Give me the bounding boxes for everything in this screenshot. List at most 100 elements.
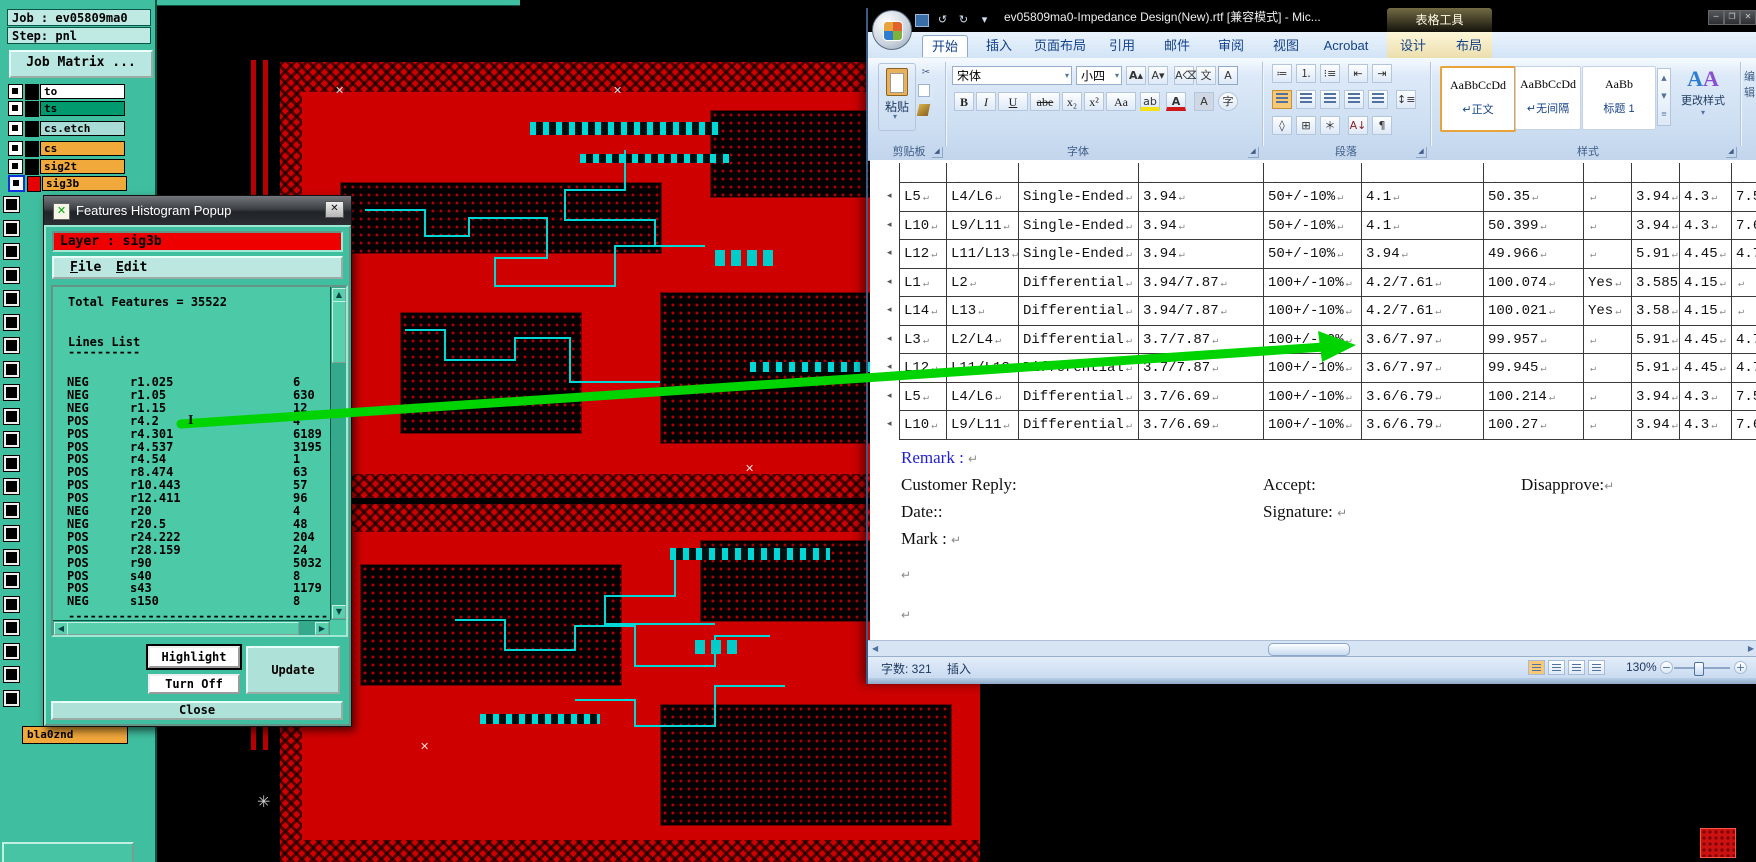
- scroll-up-icon[interactable]: ▲: [332, 288, 346, 302]
- tab-Acrobat[interactable]: Acrobat: [1308, 35, 1384, 57]
- table-cell[interactable]: [1139, 163, 1264, 183]
- table-cell[interactable]: L12: [899, 354, 947, 383]
- scroll-right-icon[interactable]: ▶: [315, 622, 329, 635]
- table-cell[interactable]: 3.94: [1139, 183, 1264, 212]
- table-cell[interactable]: 4.3: [1680, 411, 1732, 440]
- table-cell[interactable]: Differential: [1019, 268, 1139, 297]
- tab-设计[interactable]: 设计: [1392, 35, 1434, 57]
- font-button-abe[interactable]: abe: [1030, 92, 1060, 111]
- font-color-icon[interactable]: A: [1166, 92, 1186, 111]
- toolbar-checkbox[interactable]: [3, 525, 20, 542]
- redo-icon[interactable]: ↻: [956, 13, 971, 27]
- toolbar-checkbox[interactable]: [3, 642, 20, 660]
- layer-visibility-checkbox[interactable]: [8, 175, 25, 192]
- table-cell[interactable]: 3.6/6.79: [1362, 411, 1484, 440]
- styles-launcher-icon[interactable]: ◢: [1726, 147, 1737, 158]
- toolbar-checkbox[interactable]: [3, 290, 20, 307]
- histogram-row[interactable]: POS r28.159 24: [67, 543, 327, 557]
- histogram-row[interactable]: NEG r1.05 630: [67, 388, 327, 402]
- table-cell[interactable]: 4.2/7.61: [1362, 297, 1484, 326]
- word-titlebar[interactable]: ↺ ↻ ▾ ev05809ma0-Impedance Design(New).r…: [868, 8, 1756, 50]
- table-cell[interactable]: [899, 163, 947, 183]
- table-cell[interactable]: 100.021: [1484, 297, 1584, 326]
- highlight-button[interactable]: Highlight: [146, 644, 242, 670]
- minimize-icon[interactable]: ─: [1708, 10, 1724, 25]
- toolbar-checkbox[interactable]: [3, 360, 20, 378]
- popup-titlebar[interactable]: ✕ Features Histogram Popup ✕: [44, 196, 351, 225]
- table-cell[interactable]: Differential: [1019, 382, 1139, 411]
- sidebar-item-layer-sig2t[interactable]: sig2t: [8, 158, 125, 175]
- copy-icon[interactable]: [918, 84, 930, 97]
- histogram-row[interactable]: POS r10.443 57: [67, 478, 327, 492]
- table-cell[interactable]: L11/L13: [947, 240, 1019, 269]
- paragraph-launcher-icon[interactable]: ◢: [1416, 147, 1427, 158]
- decrease-indent-icon[interactable]: ⇤: [1348, 64, 1368, 83]
- toolbar-checkbox[interactable]: [3, 243, 20, 260]
- close-button[interactable]: Close: [51, 701, 343, 720]
- layer-visibility-checkbox[interactable]: [8, 101, 23, 116]
- sidebar-item-layer-ts[interactable]: ts: [8, 100, 125, 117]
- table-cell[interactable]: Yes: [1584, 297, 1632, 326]
- table-cell[interactable]: L14: [899, 297, 947, 326]
- table-cell[interactable]: L4/L6: [947, 183, 1019, 212]
- document-page[interactable]: ◂L5L4/L6Single-Ended3.9450+/-10%4.150.35…: [870, 160, 1756, 640]
- toolbar-checkbox[interactable]: [3, 501, 20, 519]
- layer-name[interactable]: ts: [40, 101, 125, 116]
- toolbar-checkbox[interactable]: [3, 666, 20, 683]
- fullscreen-view-button[interactable]: [1548, 660, 1565, 675]
- word-count[interactable]: 字数: 321: [881, 660, 932, 677]
- toolbar-checkbox[interactable]: [3, 689, 20, 707]
- table-cell[interactable]: L12: [899, 240, 947, 269]
- grow-font-icon[interactable]: A▴: [1126, 66, 1146, 85]
- layer-visibility-checkbox[interactable]: [8, 141, 23, 156]
- line-spacing-icon[interactable]: ↕≡: [1396, 90, 1416, 109]
- menu-file[interactable]: File: [70, 260, 101, 275]
- borders-icon[interactable]: ⊞: [1296, 116, 1316, 135]
- table-cell[interactable]: 100+/-10%: [1264, 325, 1362, 354]
- tab-插入[interactable]: 插入: [978, 35, 1020, 57]
- layer-row-bla0znd[interactable]: bla0znd: [22, 726, 128, 744]
- style-card[interactable]: AaBbCcDd ↵无间隔: [1515, 66, 1581, 130]
- table-cell[interactable]: 100+/-10%: [1264, 297, 1362, 326]
- font-button-Aa[interactable]: Aa: [1106, 92, 1136, 111]
- font-button-I[interactable]: I: [976, 92, 996, 111]
- table-cell[interactable]: 7.5: [1732, 183, 1756, 212]
- tab-开始[interactable]: 开始: [922, 35, 968, 57]
- table-cell[interactable]: 100.074: [1484, 268, 1584, 297]
- table-cell[interactable]: L10: [899, 411, 947, 440]
- tab-页面布局[interactable]: 页面布局: [1023, 35, 1097, 57]
- tab-布局[interactable]: 布局: [1446, 35, 1492, 57]
- paste-button[interactable]: 粘贴 ▾: [878, 63, 916, 131]
- table-cell[interactable]: [1584, 411, 1632, 440]
- table-cell[interactable]: Differential: [1019, 297, 1139, 326]
- undo-icon[interactable]: ↺: [935, 13, 950, 27]
- table-cell[interactable]: L11/L13: [947, 354, 1019, 383]
- table-cell[interactable]: 100.27: [1484, 411, 1584, 440]
- table-cell[interactable]: 4.2/7.61: [1362, 268, 1484, 297]
- alert-icon[interactable]: [1700, 828, 1736, 858]
- table-cell[interactable]: L1: [899, 268, 947, 297]
- table-cell[interactable]: 3.6/7.97: [1362, 325, 1484, 354]
- horizontal-scrollbar[interactable]: ◀ ▶: [53, 620, 330, 635]
- table-cell[interactable]: 5.91: [1632, 325, 1680, 354]
- histogram-row[interactable]: NEG r20.5 48: [67, 517, 327, 531]
- table-cell[interactable]: [1362, 163, 1484, 183]
- table-cell[interactable]: 4.7: [1732, 326, 1756, 354]
- table-cell[interactable]: L13: [947, 297, 1019, 326]
- tab-审阅[interactable]: 审阅: [1210, 35, 1252, 57]
- table-cell[interactable]: 100+/-10%: [1264, 354, 1362, 383]
- font-button-x[interactable]: x₂: [1062, 92, 1082, 111]
- toolbar-checkbox[interactable]: [3, 337, 20, 354]
- table-cell[interactable]: 7.6: [1732, 411, 1756, 440]
- toolbar-checkbox[interactable]: [3, 313, 20, 331]
- tab-引用[interactable]: 引用: [1101, 35, 1143, 57]
- format-painter-icon[interactable]: [916, 104, 931, 116]
- table-cell[interactable]: 3.94/7.87: [1139, 268, 1264, 297]
- menu-edit[interactable]: Edit: [116, 260, 147, 275]
- table-cell[interactable]: 4.15: [1680, 297, 1732, 326]
- table-cell[interactable]: [947, 163, 1019, 183]
- table-cell[interactable]: [1584, 325, 1632, 354]
- table-cell[interactable]: 50.35: [1484, 183, 1584, 212]
- scroll-thumb[interactable]: [67, 622, 299, 635]
- table-cell[interactable]: 4.3: [1680, 382, 1732, 411]
